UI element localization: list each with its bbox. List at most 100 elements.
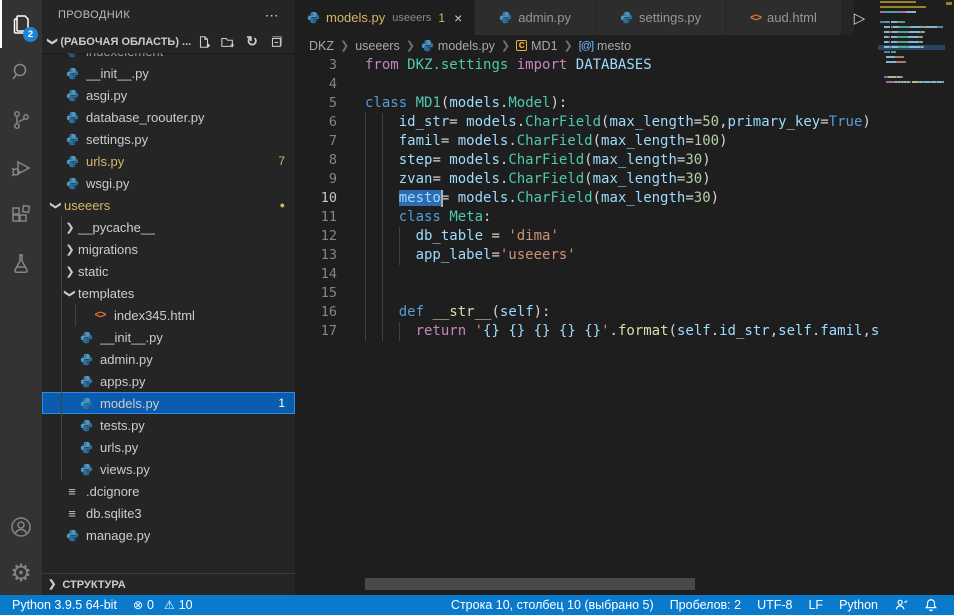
tab-settings.py[interactable]: settings.py	[596, 0, 726, 35]
breadcrumb-item-MD1[interactable]: cMD1	[516, 39, 557, 53]
code-line-4[interactable]: 4	[295, 75, 954, 94]
code-editor[interactable]: 3from DKZ.settings import DATABASES45cla…	[295, 56, 954, 576]
editor-group: models.pyuseeers1×admin.pysettings.py<>a…	[295, 0, 954, 595]
source-control-icon[interactable]	[0, 96, 42, 144]
indent-guide	[365, 284, 366, 303]
breadcrumb-item-useeers[interactable]: useeers	[355, 39, 399, 53]
explorer-icon[interactable]: 2	[0, 0, 42, 48]
tree-item-indexelement[interactable]: indexelement	[42, 53, 295, 62]
indent-guide	[382, 170, 383, 189]
collapse-all-icon[interactable]	[267, 33, 285, 51]
tree-item-manage.py[interactable]: manage.py	[42, 524, 295, 546]
horizontal-scrollbar[interactable]	[365, 578, 695, 590]
tab-admin.py[interactable]: admin.py	[475, 0, 596, 35]
refresh-icon[interactable]: ↻	[243, 33, 261, 51]
sidebar-more-actions-icon[interactable]: ⋯	[265, 7, 279, 24]
overview-ruler	[945, 0, 954, 540]
tree-item-views.py[interactable]: views.py	[42, 458, 295, 480]
test-icon[interactable]	[0, 240, 42, 288]
encoding-status[interactable]: UTF-8	[749, 595, 800, 615]
code-line-3[interactable]: 3from DKZ.settings import DATABASES	[295, 56, 954, 75]
indent-guide	[399, 246, 400, 265]
tree-item-settings.py[interactable]: settings.py	[42, 128, 295, 150]
code-line-10[interactable]: 10mesto= models.CharField(max_length=30)	[295, 189, 954, 208]
line-number: 14	[295, 265, 337, 284]
extensions-icon[interactable]	[0, 192, 42, 240]
breadcrumb-separator-icon: ❯	[501, 39, 510, 52]
line-number: 7	[295, 132, 337, 151]
code-line-5[interactable]: 5class MD1(models.Model):	[295, 94, 954, 113]
tree-folder-static[interactable]: ❯static	[42, 260, 295, 282]
tree-item-models.py[interactable]: models.py1	[42, 392, 295, 414]
error-icon: ⊗	[133, 598, 143, 612]
code-line-17[interactable]: 17return '{} {} {} {} {}'.format(self.id…	[295, 322, 954, 341]
tree-item-.dcignore[interactable]: ≡.dcignore	[42, 480, 295, 502]
tab-aud.html[interactable]: <>aud.html	[726, 0, 842, 35]
tree-item-index345.html[interactable]: <>index345.html	[42, 304, 295, 326]
tree-item-label: index345.html	[114, 308, 195, 323]
tree-item-label: urls.py	[100, 440, 138, 455]
code-line-13[interactable]: 13app_label='useeers'	[295, 246, 954, 265]
tree-item-label: admin.py	[100, 352, 153, 367]
code-line-11[interactable]: 11class Meta:	[295, 208, 954, 227]
cursor-position-status[interactable]: Строка 10, столбец 10 (выбрано 5)	[443, 595, 662, 615]
code-line-12[interactable]: 12db_table = 'dima'	[295, 227, 954, 246]
indentation-status[interactable]: Пробелов: 2	[662, 595, 749, 615]
tree-item-label: templates	[78, 286, 134, 301]
tree-item-apps.py[interactable]: apps.py	[42, 370, 295, 392]
tree-item-__init__.py[interactable]: __init__.py	[42, 326, 295, 348]
notifications-bell-icon[interactable]	[916, 595, 946, 615]
tree-folder-templates[interactable]: ❯templates	[42, 282, 295, 304]
account-icon[interactable]	[0, 503, 42, 551]
code-line-7[interactable]: 7famil= models.CharField(max_length=100)	[295, 132, 954, 151]
breadcrumb: DKZ❯useeers❯models.py❯cMD1❯[@]mesto	[295, 35, 954, 56]
indent-guide	[382, 189, 383, 208]
run-debug-icon[interactable]	[0, 144, 42, 192]
outline-section-header[interactable]: ❯ СТРУКТУРА	[42, 573, 295, 595]
python-interpreter-status[interactable]: Python 3.9.5 64-bit	[4, 595, 125, 615]
line-number: 8	[295, 151, 337, 170]
eol-status[interactable]: LF	[800, 595, 831, 615]
search-icon[interactable]	[0, 48, 42, 96]
tree-item-urls.py[interactable]: urls.py7	[42, 150, 295, 172]
code-line-8[interactable]: 8step= models.CharField(max_length=30)	[295, 151, 954, 170]
status-bar: Python 3.9.5 64-bit ⊗ 0 ⚠ 10 Строка 10, …	[0, 595, 954, 615]
breadcrumb-item-DKZ[interactable]: DKZ	[309, 39, 334, 53]
tree-indent-guide	[61, 414, 62, 436]
tree-item-database_roouter.py[interactable]: database_roouter.py	[42, 106, 295, 128]
language-mode-status[interactable]: Python	[831, 595, 886, 615]
tree-item-__init__.py[interactable]: __init__.py	[42, 62, 295, 84]
code-line-16[interactable]: 16def __str__(self):	[295, 303, 954, 322]
code-line-6[interactable]: 6id_str= models.CharField(max_length=50,…	[295, 113, 954, 132]
run-python-file-icon[interactable]: ▷	[854, 9, 866, 27]
new-file-icon[interactable]	[195, 33, 213, 51]
close-icon[interactable]: ×	[454, 10, 462, 26]
breadcrumb-label: MD1	[531, 39, 557, 53]
tree-item-admin.py[interactable]: admin.py	[42, 348, 295, 370]
tree-item-db.sqlite3[interactable]: ≡ db.sqlite3	[42, 502, 295, 524]
new-folder-icon[interactable]	[219, 33, 237, 51]
tree-folder-useeers[interactable]: ❯useeers●	[42, 194, 295, 216]
tree-item-urls.py[interactable]: urls.py	[42, 436, 295, 458]
tree-item-asgi.py[interactable]: asgi.py	[42, 84, 295, 106]
workspace-section-header[interactable]: ❯ (РАБОЧАЯ ОБЛАСТЬ) ... ↻	[42, 30, 295, 53]
breadcrumb-item-models.py[interactable]: models.py	[421, 39, 495, 53]
indent-guide	[365, 132, 366, 151]
code-line-9[interactable]: 9zvan= models.CharField(max_length=30)	[295, 170, 954, 189]
code-line-15[interactable]: 15	[295, 284, 954, 303]
tree-indent-guide	[61, 392, 62, 414]
code-line-14[interactable]: 14	[295, 265, 954, 284]
python-icon	[421, 39, 434, 52]
minimap[interactable]	[878, 0, 945, 540]
settings-gear-icon[interactable]: ⚙	[0, 551, 42, 595]
breadcrumb-item-mesto[interactable]: [@]mesto	[579, 39, 631, 53]
tree-item-tests.py[interactable]: tests.py	[42, 414, 295, 436]
feedback-icon[interactable]	[886, 595, 916, 615]
tree-folder-__pycache__[interactable]: ❯__pycache__	[42, 216, 295, 238]
problems-status[interactable]: ⊗ 0 ⚠ 10	[125, 595, 201, 615]
tree-item-wsgi.py[interactable]: wsgi.py	[42, 172, 295, 194]
tree-folder-migrations[interactable]: ❯migrations	[42, 238, 295, 260]
file-list-icon: ≡	[64, 506, 80, 521]
tree-item-label: db.sqlite3	[86, 506, 142, 521]
tab-models.py[interactable]: models.pyuseeers1×	[295, 0, 475, 35]
